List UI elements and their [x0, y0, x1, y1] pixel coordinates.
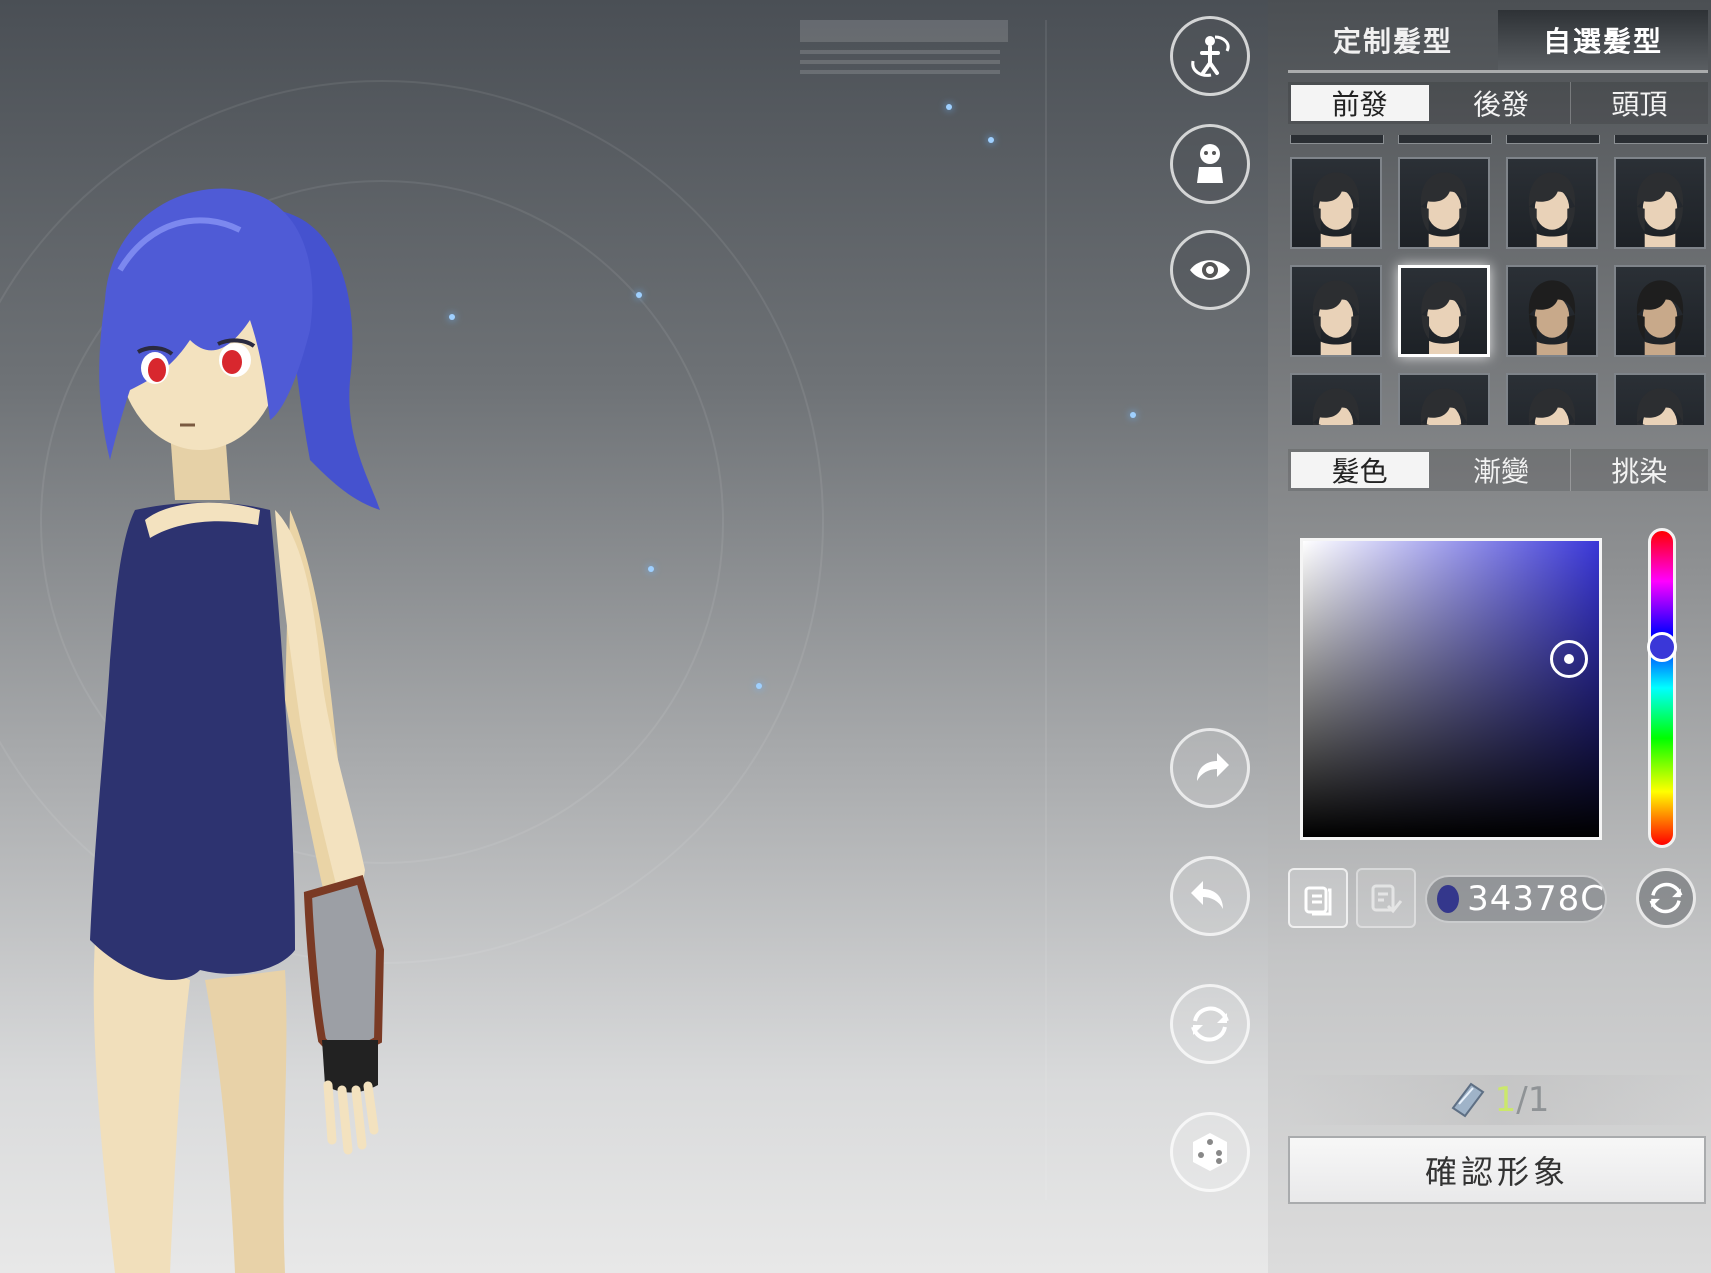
sparkle — [946, 104, 952, 110]
hairstyle-row-partial — [1290, 135, 1710, 145]
hairstyle-thumbnail[interactable] — [1506, 157, 1598, 249]
hair-customization-panel: 定制髮型 自選髮型 前發 後發 頭頂 髮色 漸變 挑染 34378C 1 / 1… — [1268, 0, 1711, 1273]
visibility-button[interactable] — [1170, 230, 1250, 310]
character-icon — [1197, 144, 1223, 183]
undo-icon — [1191, 881, 1223, 909]
eye-icon — [1190, 260, 1230, 280]
rotate-pose-button[interactable] — [1170, 16, 1250, 96]
hair-part-tabs: 前發 後發 頭頂 — [1288, 82, 1708, 124]
hairstyle-thumbnail[interactable] — [1506, 373, 1598, 425]
sparkle — [756, 683, 762, 689]
tab-gradient[interactable]: 漸變 — [1432, 449, 1571, 491]
tab-hair-color[interactable]: 髮色 — [1291, 452, 1430, 488]
hair-color-tabs: 髮色 漸變 挑染 — [1288, 449, 1708, 491]
sparkle — [988, 137, 994, 143]
tab-preset-hairstyle[interactable]: 自選髮型 — [1498, 10, 1708, 70]
sparkle — [449, 314, 455, 320]
hex-color-field[interactable]: 34378C — [1425, 875, 1607, 923]
dice-icon — [1193, 1133, 1227, 1171]
hairstyle-thumbnail[interactable] — [1614, 157, 1706, 249]
character-view-button[interactable] — [1170, 124, 1250, 204]
sparkle — [636, 292, 642, 298]
tab-highlight[interactable]: 挑染 — [1571, 449, 1708, 491]
hairstyle-grid[interactable] — [1290, 135, 1710, 425]
hue-slider[interactable] — [1647, 528, 1677, 848]
color-swatch — [1437, 885, 1460, 913]
tab-back-hair[interactable]: 後發 — [1432, 82, 1571, 124]
tab-front-hair[interactable]: 前發 — [1291, 85, 1430, 121]
undo-button[interactable] — [1170, 856, 1250, 936]
hair-mode-tabs: 定制髮型 自選髮型 — [1288, 10, 1708, 73]
hairstyle-thumbnail[interactable] — [1398, 373, 1490, 425]
character-model[interactable] — [60, 180, 440, 1273]
decorative-hud-text — [800, 20, 1008, 90]
paste-check-icon — [1371, 884, 1403, 914]
hue-slider-knob[interactable] — [1647, 632, 1677, 663]
copy-icon — [1304, 886, 1332, 916]
hairstyle-thumbnail[interactable] — [1398, 157, 1490, 249]
count-current: 1 — [1494, 1080, 1517, 1120]
sparkle — [648, 566, 654, 572]
hairstyle-thumbnail[interactable] — [1398, 265, 1490, 357]
tab-custom-hairstyle[interactable]: 定制髮型 — [1288, 10, 1498, 70]
hex-color-value: 34378C — [1467, 879, 1605, 919]
hairstyle-thumbnail[interactable] — [1290, 265, 1382, 357]
redo-button[interactable] — [1170, 728, 1250, 808]
reset-color-button[interactable] — [1636, 868, 1696, 928]
count-separator: / — [1516, 1080, 1528, 1120]
count-total: 1 — [1527, 1080, 1550, 1120]
character-viewport[interactable] — [0, 0, 1268, 1273]
hairstyle-thumbnail[interactable] — [1290, 373, 1382, 425]
hairstyle-thumbnail[interactable] — [1614, 265, 1706, 357]
hairstyle-thumbnail[interactable] — [1506, 265, 1598, 357]
crystal-icon — [1451, 1082, 1485, 1118]
randomize-button[interactable] — [1170, 1112, 1250, 1192]
paste-color-button[interactable] — [1356, 868, 1416, 928]
appearance-ticket-count: 1 / 1 — [1288, 1075, 1708, 1125]
reset-icon — [1191, 1006, 1229, 1042]
reset-view-button[interactable] — [1170, 984, 1250, 1064]
hairstyle-thumbnail[interactable] — [1290, 157, 1382, 249]
background-line — [1045, 20, 1047, 1200]
tab-top-hair[interactable]: 頭頂 — [1571, 82, 1708, 124]
reset-color-icon — [1649, 882, 1683, 914]
confirm-appearance-button[interactable]: 確認形象 — [1288, 1136, 1706, 1204]
rotate-pose-icon — [1191, 35, 1230, 77]
redo-icon — [1197, 753, 1229, 781]
copy-color-button[interactable] — [1288, 868, 1348, 928]
color-saturation-picker[interactable] — [1300, 538, 1602, 840]
hairstyle-thumbnail[interactable] — [1614, 373, 1706, 425]
sparkle — [1130, 412, 1136, 418]
